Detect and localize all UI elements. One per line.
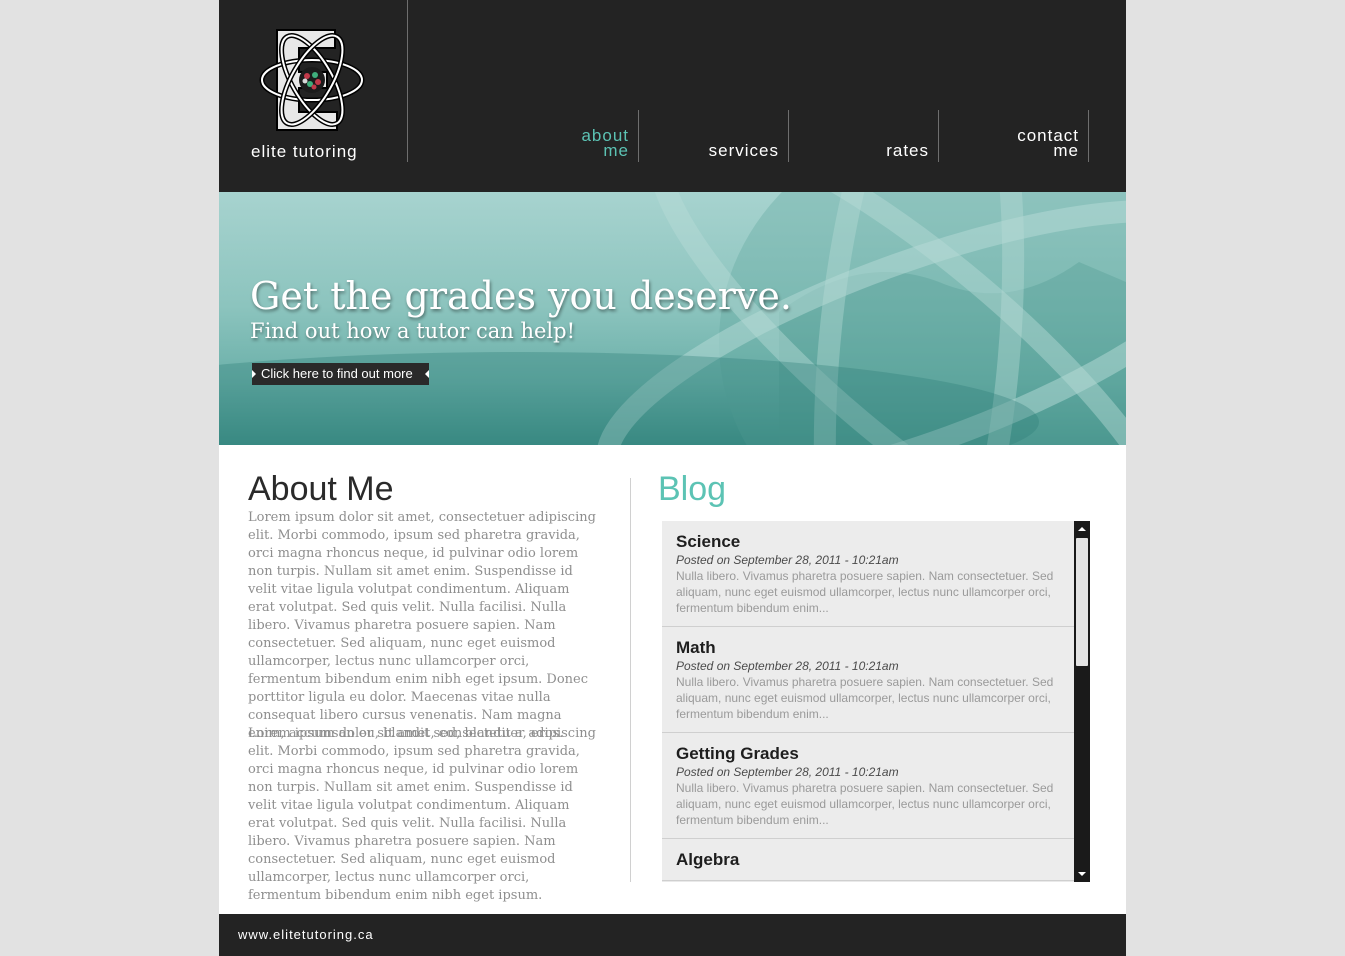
hero-subtitle: Find out how a tutor can help! bbox=[250, 319, 576, 343]
blog-post-excerpt: Nulla libero. Vivamus pharetra posuere s… bbox=[676, 675, 1054, 721]
scroll-thumb[interactable] bbox=[1076, 538, 1088, 666]
nav-label-line2: rates bbox=[886, 141, 929, 160]
find-out-more-button[interactable]: Click here to find out more bbox=[252, 363, 429, 385]
blog-post-title[interactable]: Science bbox=[676, 532, 1060, 552]
nav-label-line2: me bbox=[603, 141, 629, 160]
nav-services[interactable]: services bbox=[639, 110, 789, 162]
blog-post-item[interactable]: Algebra bbox=[662, 839, 1074, 881]
blog-post-date: Posted on September 28, 2011 - 10:21am bbox=[676, 765, 899, 779]
about-paragraph: Lorem ipsum dolor sit amet, consectetuer… bbox=[248, 726, 596, 903]
site-footer: www.elitetutoring.ca bbox=[219, 914, 1126, 956]
blog-post-excerpt: Nulla libero. Vivamus pharetra posuere s… bbox=[676, 781, 1054, 827]
page: elite tutoring about me services rates c… bbox=[219, 0, 1126, 956]
hero-title: Get the grades you deserve. bbox=[250, 274, 792, 318]
logo-text[interactable]: elite tutoring bbox=[251, 142, 358, 162]
blog-post-item[interactable]: Science Posted on September 28, 2011 - 1… bbox=[662, 521, 1074, 627]
column-divider bbox=[630, 478, 631, 882]
blog-post-excerpt: Nulla libero. Vivamus pharetra posuere s… bbox=[676, 569, 1054, 615]
blog-scrollbar[interactable] bbox=[1074, 521, 1090, 882]
header-divider bbox=[407, 0, 408, 162]
blog-post-title[interactable]: Getting Grades bbox=[676, 744, 1060, 764]
nav-about-me[interactable]: about me bbox=[489, 110, 639, 162]
triangle-up-icon[interactable] bbox=[1074, 521, 1090, 537]
blog-post-item[interactable]: Getting Grades Posted on September 28, 2… bbox=[662, 733, 1074, 839]
blog-title: Blog bbox=[658, 470, 727, 508]
blog-post-title[interactable]: Algebra bbox=[676, 850, 1060, 870]
blog-post-title[interactable]: Math bbox=[676, 638, 1060, 658]
blog-post-date: Posted on September 28, 2011 - 10:21am bbox=[676, 553, 899, 567]
nav-label-line2: services bbox=[708, 141, 779, 160]
footer-url-link[interactable]: www.elitetutoring.ca bbox=[238, 927, 374, 942]
site-header: elite tutoring about me services rates c… bbox=[219, 0, 1126, 192]
nav-rates[interactable]: rates bbox=[789, 110, 939, 162]
nav-label-line2: me bbox=[1053, 141, 1079, 160]
blog-post-item[interactable]: Math Posted on September 28, 2011 - 10:2… bbox=[662, 627, 1074, 733]
nav-contact-me[interactable]: contact me bbox=[939, 110, 1089, 162]
blog-list-panel: Science Posted on September 28, 2011 - 1… bbox=[662, 521, 1090, 882]
hero-banner: Get the grades you deserve. Find out how… bbox=[219, 192, 1126, 445]
triangle-down-icon[interactable] bbox=[1074, 866, 1090, 882]
blog-post-date: Posted on September 28, 2011 - 10:21am bbox=[676, 659, 899, 673]
about-paragraph: Lorem ipsum dolor sit amet, consectetuer… bbox=[248, 510, 596, 741]
about-title: About Me bbox=[248, 470, 394, 508]
blog-list: Science Posted on September 28, 2011 - 1… bbox=[662, 521, 1074, 881]
